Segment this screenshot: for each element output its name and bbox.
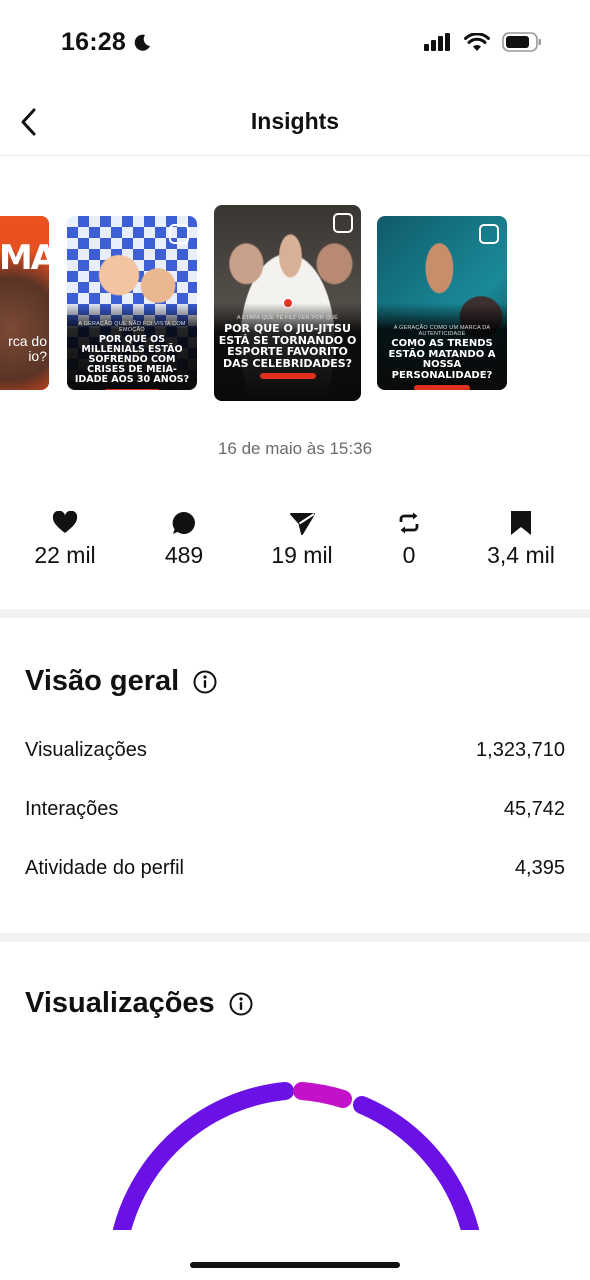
stat-saves[interactable]: 3,4 mil [466,508,576,569]
nav-bar: Insights [0,88,590,156]
overview-title-text: Visão geral [25,665,180,697]
stat-value: 0 [402,542,416,568]
carousel-select-icon[interactable] [169,224,189,244]
metric-label: Interações [25,798,119,820]
thumb-caption: A ETAPA QUE TE FEZ VER POR QUÊ POR QUE O… [214,303,361,401]
comment-icon [172,511,195,534]
metric-row-interactions: Interações 45,742 [25,798,565,821]
battery-icon [502,32,541,52]
thumb-cta [414,385,470,390]
stat-likes[interactable]: 22 mil [10,508,120,569]
metric-label: Atividade do perfil [25,857,184,879]
views-title: Visualizações [25,987,253,1020]
thumb-caption: A GERAÇÃO COMO UM MARCA DA AUTENTICIDADE… [377,303,507,390]
carousel-select-icon[interactable] [333,213,353,233]
thumb-caption: A GERAÇÃO QUE NÃO FOI VISTA COM EMOÇÃO P… [67,303,197,390]
section-divider [0,609,590,618]
overview-title: Visão geral [25,665,217,698]
carousel-thumb-4[interactable]: A GERAÇÃO COMO UM MARCA DA AUTENTICIDADE… [377,216,507,390]
post-carousel[interactable]: MA rca do io? A GERAÇÃO QUE NÃO FOI VIST… [0,200,590,410]
metric-value: 45,742 [503,798,565,820]
carousel-thumb-3-selected[interactable]: A ETAPA QUE TE FEZ VER POR QUÊ POR QUE O… [214,205,361,401]
metric-row-views: Visualizações 1,323,710 [25,739,565,762]
gauge-svg [113,1082,479,1230]
carousel-thumb-2[interactable]: A GERAÇÃO QUE NÃO FOI VISTA COM EMOÇÃO P… [67,216,197,390]
gauge-arc-middle [293,1082,352,1108]
thumb-kicker: A GERAÇÃO COMO UM MARCA DA AUTENTICIDADE [393,325,491,337]
stat-value: 22 mil [34,542,96,568]
share-icon [290,513,315,535]
metric-row-profile-activity: Atividade do perfil 4,395 [25,857,565,880]
gauge-arc-right [353,1096,479,1230]
stat-value: 489 [164,542,204,568]
bookmark-icon [511,511,531,535]
status-time: 16:28 [61,28,152,57]
thumb-kicker: A ETAPA QUE TE FEZ VER POR QUÊ [236,315,339,321]
info-icon[interactable] [229,992,253,1016]
metric-value: 4,395 [514,857,565,879]
thumb-cta [259,373,316,380]
home-indicator[interactable] [190,1262,400,1268]
stat-value: 3,4 mil [487,542,555,568]
thumb-cta [104,388,160,390]
repost-icon [399,512,419,534]
views-gauge [0,1060,590,1230]
stat-comments[interactable]: 489 [129,508,239,569]
engagement-stats: 22 mil 489 19 mil 0 3,4 mil [0,508,590,578]
stat-value: 19 mil [271,542,333,568]
metric-value: 1,323,710 [476,739,565,761]
wifi-icon [464,32,490,51]
stat-reposts[interactable]: 0 [354,508,464,569]
thumb-kicker: A GERAÇÃO QUE NÃO FOI VISTA COM EMOÇÃO [78,321,186,333]
thumb-headline: POR QUE O JIU-JITSU ESTÁ SE TORNANDO O E… [218,322,357,370]
gauge-arc-left [113,1082,294,1230]
carousel-thumb-1[interactable]: MA rca do io? [0,216,49,390]
section-divider [0,933,590,942]
metric-label: Visualizações [25,739,147,761]
thumb-brand-text: MA [0,238,49,278]
thumb-headline: COMO AS TRENDS ESTÃO MATANDO A NOSSA PER… [388,338,496,381]
thumb-headline: rca do io? [8,333,47,364]
views-title-text: Visualizações [25,987,215,1019]
carousel-select-icon[interactable] [479,224,499,244]
info-icon[interactable] [193,670,217,694]
stat-shares[interactable]: 19 mil [247,508,357,569]
status-icons [424,32,542,52]
heart-icon [52,511,78,533]
thumb-headline: POR QUE OS MILLENIALS ESTÃO SOFRENDO COM… [74,334,190,385]
moon-icon [134,34,150,51]
clock-text: 16:28 [61,28,126,56]
status-bar: 16:28 [0,0,590,88]
page-title: Insights [250,108,340,134]
signal-icon [424,33,450,51]
post-date: 16 de maio às 15:36 [217,439,373,458]
